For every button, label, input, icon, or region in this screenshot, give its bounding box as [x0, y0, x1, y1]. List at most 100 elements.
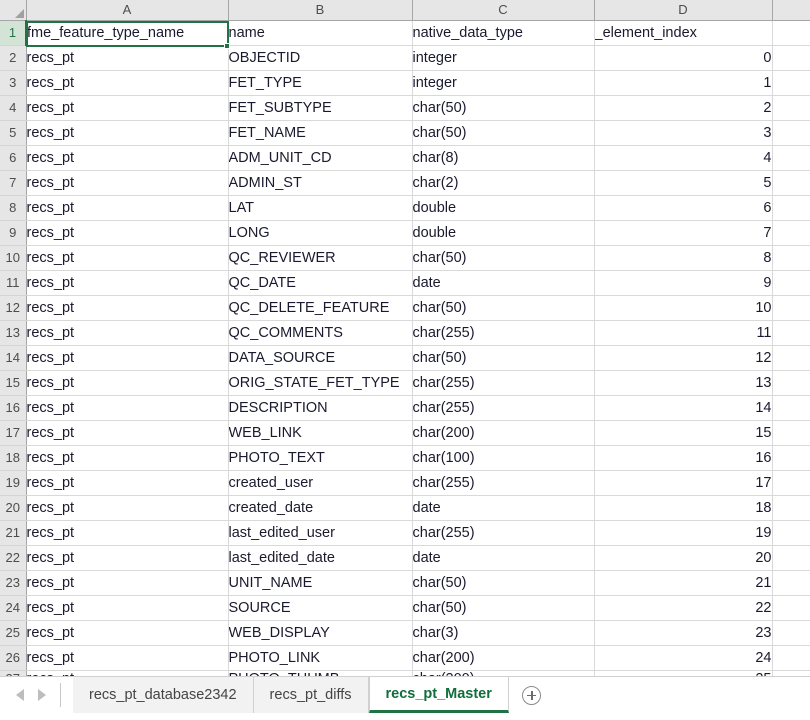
- cell-e22[interactable]: [772, 545, 810, 571]
- cell-e1[interactable]: [772, 20, 810, 46]
- cell-c26[interactable]: char(200): [412, 645, 595, 671]
- cell-e25[interactable]: [772, 620, 810, 646]
- row-header-19[interactable]: 19: [0, 470, 27, 496]
- cell-a13[interactable]: recs_pt: [26, 320, 229, 346]
- sheet-tab-1[interactable]: recs_pt_diffs: [253, 677, 369, 713]
- cell-e18[interactable]: [772, 445, 810, 471]
- cell-a5[interactable]: recs_pt: [26, 120, 229, 146]
- cell-a6[interactable]: recs_pt: [26, 145, 229, 171]
- row-header-22[interactable]: 22: [0, 545, 27, 571]
- sheet-tab-2[interactable]: recs_pt_Master: [368, 676, 509, 713]
- sheet-tab-0[interactable]: recs_pt_database2342: [73, 677, 254, 713]
- row-header-25[interactable]: 25: [0, 620, 27, 646]
- cell-d19[interactable]: 17: [594, 470, 773, 496]
- cell-c14[interactable]: char(50): [412, 345, 595, 371]
- row-header-6[interactable]: 6: [0, 145, 27, 171]
- cell-a10[interactable]: recs_pt: [26, 245, 229, 271]
- cell-d3[interactable]: 1: [594, 70, 773, 96]
- cell-b15[interactable]: ORIG_STATE_FET_TYPE: [228, 370, 413, 396]
- cell-b10[interactable]: QC_REVIEWER: [228, 245, 413, 271]
- row-header-21[interactable]: 21: [0, 520, 27, 546]
- cell-e15[interactable]: [772, 370, 810, 396]
- cell-e26[interactable]: [772, 645, 810, 671]
- cell-d21[interactable]: 19: [594, 520, 773, 546]
- cell-d12[interactable]: 10: [594, 295, 773, 321]
- cell-b3[interactable]: FET_TYPE: [228, 70, 413, 96]
- cell-b17[interactable]: WEB_LINK: [228, 420, 413, 446]
- cell-d20[interactable]: 18: [594, 495, 773, 521]
- cell-d18[interactable]: 16: [594, 445, 773, 471]
- cell-d6[interactable]: 4: [594, 145, 773, 171]
- cell-a1[interactable]: fme_feature_type_name: [26, 20, 229, 46]
- cell-e7[interactable]: [772, 170, 810, 196]
- cell-d17[interactable]: 15: [594, 420, 773, 446]
- row-header-9[interactable]: 9: [0, 220, 27, 246]
- cell-e23[interactable]: [772, 570, 810, 596]
- cell-e11[interactable]: [772, 270, 810, 296]
- cell-b4[interactable]: FET_SUBTYPE: [228, 95, 413, 121]
- cell-b5[interactable]: FET_NAME: [228, 120, 413, 146]
- cell-d25[interactable]: 23: [594, 620, 773, 646]
- cell-b26[interactable]: PHOTO_LINK: [228, 645, 413, 671]
- cell-b20[interactable]: created_date: [228, 495, 413, 521]
- cell-c7[interactable]: char(2): [412, 170, 595, 196]
- cell-b21[interactable]: last_edited_user: [228, 520, 413, 546]
- cell-b9[interactable]: LONG: [228, 220, 413, 246]
- row-header-8[interactable]: 8: [0, 195, 27, 221]
- cell-e17[interactable]: [772, 420, 810, 446]
- cell-b12[interactable]: QC_DELETE_FEATURE: [228, 295, 413, 321]
- nav-prev-arrow-icon[interactable]: [16, 689, 24, 701]
- cell-a2[interactable]: recs_pt: [26, 45, 229, 71]
- cell-e13[interactable]: [772, 320, 810, 346]
- cell-c20[interactable]: date: [412, 495, 595, 521]
- column-header-e[interactable]: [772, 0, 810, 21]
- cell-c17[interactable]: char(200): [412, 420, 595, 446]
- row-header-26[interactable]: 26: [0, 645, 27, 671]
- row-header-7[interactable]: 7: [0, 170, 27, 196]
- cell-d22[interactable]: 20: [594, 545, 773, 571]
- cell-e5[interactable]: [772, 120, 810, 146]
- add-sheet-button[interactable]: [509, 677, 555, 713]
- cell-c16[interactable]: char(255): [412, 395, 595, 421]
- cell-a11[interactable]: recs_pt: [26, 270, 229, 296]
- cell-c11[interactable]: date: [412, 270, 595, 296]
- cell-b22[interactable]: last_edited_date: [228, 545, 413, 571]
- cell-b18[interactable]: PHOTO_TEXT: [228, 445, 413, 471]
- cell-d14[interactable]: 12: [594, 345, 773, 371]
- cell-c13[interactable]: char(255): [412, 320, 595, 346]
- cell-a4[interactable]: recs_pt: [26, 95, 229, 121]
- cell-c4[interactable]: char(50): [412, 95, 595, 121]
- cell-d1[interactable]: _element_index: [594, 20, 773, 46]
- cell-e2[interactable]: [772, 45, 810, 71]
- column-header-a[interactable]: A: [26, 0, 229, 21]
- cell-d16[interactable]: 14: [594, 395, 773, 421]
- cell-a20[interactable]: recs_pt: [26, 495, 229, 521]
- row-header-15[interactable]: 15: [0, 370, 27, 396]
- cell-b24[interactable]: SOURCE: [228, 595, 413, 621]
- cell-b6[interactable]: ADM_UNIT_CD: [228, 145, 413, 171]
- row-header-1[interactable]: 1: [0, 20, 27, 46]
- cell-c6[interactable]: char(8): [412, 145, 595, 171]
- cell-c8[interactable]: double: [412, 195, 595, 221]
- cell-e4[interactable]: [772, 95, 810, 121]
- cell-c21[interactable]: char(255): [412, 520, 595, 546]
- row-header-23[interactable]: 23: [0, 570, 27, 596]
- cell-b19[interactable]: created_user: [228, 470, 413, 496]
- cell-e19[interactable]: [772, 470, 810, 496]
- row-header-17[interactable]: 17: [0, 420, 27, 446]
- cell-d9[interactable]: 7: [594, 220, 773, 246]
- cell-c10[interactable]: char(50): [412, 245, 595, 271]
- cell-d13[interactable]: 11: [594, 320, 773, 346]
- cell-c3[interactable]: integer: [412, 70, 595, 96]
- cell-c2[interactable]: integer: [412, 45, 595, 71]
- cell-d2[interactable]: 0: [594, 45, 773, 71]
- cell-c22[interactable]: date: [412, 545, 595, 571]
- row-header-13[interactable]: 13: [0, 320, 27, 346]
- cell-c15[interactable]: char(255): [412, 370, 595, 396]
- cell-c1[interactable]: native_data_type: [412, 20, 595, 46]
- cell-a17[interactable]: recs_pt: [26, 420, 229, 446]
- row-header-10[interactable]: 10: [0, 245, 27, 271]
- cell-d8[interactable]: 6: [594, 195, 773, 221]
- cell-d10[interactable]: 8: [594, 245, 773, 271]
- cell-c5[interactable]: char(50): [412, 120, 595, 146]
